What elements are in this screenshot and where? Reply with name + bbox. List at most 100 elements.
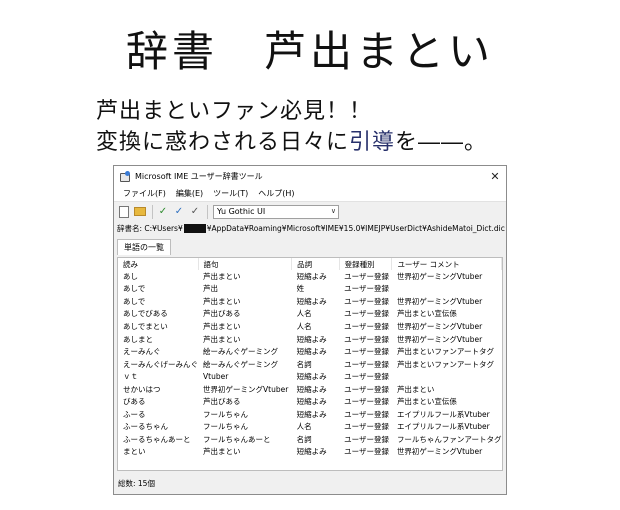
column-header-registration-type[interactable]: 登録種別 <box>339 258 393 270</box>
column-header-part-of-speech[interactable]: 品詞 <box>291 258 340 270</box>
cell-reading: せかいはつ <box>123 384 161 394</box>
status-bar: 総数: 15個 <box>118 478 155 488</box>
open-folder-icon[interactable] <box>133 205 147 219</box>
cell-user-comment: 世界初ゲーミングVtuber <box>396 321 483 331</box>
chevron-down-icon: ∨ <box>330 206 336 215</box>
cell-user-comment: 世界初ゲーミングVtuber <box>396 296 483 306</box>
table-row[interactable]: ふーるちゃんあーと フールちゃんあーと 名詞 ユーザー登録 フールちゃんファンアートタグ <box>118 433 502 446</box>
table-header: 読み 語句 品詞 登録種別 ユーザー コメント <box>118 258 502 270</box>
cell-user-comment: 芦出まといファンアートタグ <box>396 347 494 357</box>
column-header-phrase[interactable]: 語句 <box>198 258 293 270</box>
cell-registration-type: ユーザー登録 <box>344 422 390 432</box>
redacted-username <box>183 223 206 233</box>
cell-phrase: 芦出びある <box>203 309 241 319</box>
poster-title: 辞書 芦出まとい <box>125 27 494 76</box>
cell-user-comment: 芦出まとい宣伝係 <box>396 309 457 319</box>
cell-registration-type: ユーザー登録 <box>344 434 390 444</box>
ime-dictionary-window: Microsoft IME ユーザー辞書ツール ✕ ファイル(F) 編集(E) … <box>113 165 507 495</box>
cell-part-of-speech: 短縮よみ <box>296 447 327 457</box>
dictionary-path: 辞書名: C:¥Users¥ ¥AppData¥Roaming¥Microsoft… <box>114 221 506 235</box>
cell-part-of-speech: 名詞 <box>296 434 312 444</box>
cell-part-of-speech: 短縮よみ <box>296 384 327 394</box>
cell-reading: あしまと <box>123 334 153 344</box>
table-row[interactable]: あし 芦出まとい 短縮よみ ユーザー登録 世界初ゲーミングVtuber <box>118 270 502 283</box>
table-row[interactable]: あしでまとい 芦出まとい 人名 ユーザー登録 世界初ゲーミングVtuber <box>118 320 502 333</box>
headline-line-2-accent: 引導 <box>349 130 396 155</box>
cell-reading: ふーるちゃんあーと <box>123 434 191 444</box>
cell-user-comment: 芦出まとい宣伝係 <box>396 397 457 407</box>
cell-phrase: フールちゃん <box>203 422 248 432</box>
table-row[interactable]: ふーるちゃん フールちゃん 人名 ユーザー登録 エイプリルフール系Vtuber <box>118 421 502 434</box>
menu-file[interactable]: ファイル(F) <box>118 188 171 199</box>
table-row[interactable]: えーみんぐげーみんぐ 絵ーみんぐゲーミング 名詞 ユーザー登録 芦出まといファンアートタ… <box>118 358 502 371</box>
headline-line-2-part-a: 変換に惑わされる日々に <box>96 130 350 155</box>
cell-reading: えーみんぐげーみんぐ <box>123 359 198 369</box>
column-header-user-comment[interactable]: ユーザー コメント <box>391 258 502 270</box>
headline-line-2: 変換に惑わされる日々に引導を――。 <box>96 124 487 156</box>
cell-registration-type: ユーザー登録 <box>344 347 390 357</box>
cell-registration-type: ユーザー登録 <box>344 359 390 369</box>
table-row[interactable]: せかいはつ 世界初ゲーミングVtuber 短縮よみ ユーザー登録 芦出まとい <box>118 383 502 396</box>
toolbar-divider <box>207 204 208 219</box>
cell-registration-type: ユーザー登録 <box>344 334 390 344</box>
table-row[interactable]: ふーる フールちゃん 短縮よみ ユーザー登録 エイプリルフール系Vtuber <box>118 408 502 421</box>
table-row[interactable]: あしまと 芦出まとい 短縮よみ ユーザー登録 世界初ゲーミングVtuber <box>118 333 502 346</box>
table-row[interactable]: あしでびある 芦出びある 人名 ユーザー登録 芦出まとい宣伝係 <box>118 308 502 321</box>
menu-bar: ファイル(F) 編集(E) ツール(T) ヘルプ(H) <box>114 186 506 201</box>
menu-edit[interactable]: 編集(E) <box>171 188 208 199</box>
table-row[interactable]: ｖｔ Vtuber 短縮よみ ユーザー登録 <box>118 370 502 383</box>
cell-phrase: 絵ーみんぐゲーミング <box>203 347 278 357</box>
cell-phrase: 芦出まとい <box>203 321 241 331</box>
tab-word-list[interactable]: 単語の一覧 <box>117 239 171 255</box>
table-row[interactable]: まとい 芦出まとい 短縮よみ ユーザー登録 世界初ゲーミングVtuber <box>118 446 502 459</box>
cell-reading: ｖｔ <box>123 372 138 382</box>
cell-reading: あしで <box>123 284 146 294</box>
cell-part-of-speech: 姓 <box>296 284 305 294</box>
cell-part-of-speech: 人名 <box>296 309 312 319</box>
window-title: Microsoft IME ユーザー辞書ツール <box>135 171 263 181</box>
cell-phrase: フールちゃんあーと <box>203 434 271 444</box>
headline-line-2-part-c: を――。 <box>395 130 488 155</box>
cell-registration-type: ユーザー登録 <box>344 309 390 319</box>
cell-registration-type: ユーザー登録 <box>344 296 390 306</box>
cell-phrase: フールちゃん <box>203 409 248 419</box>
cell-part-of-speech: 人名 <box>296 321 312 331</box>
cell-registration-type: ユーザー登録 <box>344 384 390 394</box>
cell-registration-type: ユーザー登録 <box>344 321 390 331</box>
word-list[interactable]: 読み 語句 品詞 登録種別 ユーザー コメント あし 芦出まとい 短縮よみ ユーザー登… <box>117 257 503 471</box>
cell-user-comment: エイプリルフール系Vtuber <box>396 422 490 432</box>
headline-line-1: 芦出まといファン必見！！ <box>96 99 373 124</box>
cell-part-of-speech: 短縮よみ <box>296 397 327 407</box>
delete-word-icon[interactable] <box>188 205 202 219</box>
cell-reading: えーみんぐ <box>123 347 161 357</box>
toolbar-divider <box>152 204 153 219</box>
cell-part-of-speech: 短縮よみ <box>296 334 327 344</box>
menu-help[interactable]: ヘルプ(H) <box>253 188 299 199</box>
table-row[interactable]: びある 芦出びある 短縮よみ ユーザー登録 芦出まとい宣伝係 <box>118 395 502 408</box>
toolbar: Yu Gothic UI ∨ <box>114 201 506 221</box>
cell-reading: ふーるちゃん <box>123 422 168 432</box>
column-header-reading[interactable]: 読み <box>118 258 199 270</box>
window-titlebar[interactable]: Microsoft IME ユーザー辞書ツール ✕ <box>114 166 506 186</box>
cell-registration-type: ユーザー登録 <box>344 372 390 382</box>
new-file-icon[interactable] <box>117 205 131 219</box>
dictionary-path-suffix: ¥AppData¥Roaming¥Microsoft¥IME¥15.0¥IMEJ… <box>206 223 505 233</box>
font-select-value: Yu Gothic UI <box>217 207 266 216</box>
edit-word-icon[interactable] <box>172 205 186 219</box>
table-row[interactable]: えーみんぐ 絵ーみんぐゲーミング 短縮よみ ユーザー登録 芦出まといファンアートタグ <box>118 345 502 358</box>
cell-user-comment: 芦出まといファンアートタグ <box>396 359 494 369</box>
table-row[interactable]: あしで 芦出まとい 短縮よみ ユーザー登録 世界初ゲーミングVtuber <box>118 295 502 308</box>
cell-user-comment: 芦出まとい <box>396 384 435 394</box>
cell-phrase: 芦出まとい <box>203 271 241 281</box>
cell-phrase: 絵ーみんぐゲーミング <box>203 359 278 369</box>
table-row[interactable]: あしで 芦出 姓 ユーザー登録 <box>118 283 502 296</box>
cell-phrase: 芦出びある <box>203 397 241 407</box>
cell-registration-type: ユーザー登録 <box>344 397 390 407</box>
cell-part-of-speech: 短縮よみ <box>296 409 327 419</box>
cell-registration-type: ユーザー登録 <box>344 271 390 281</box>
close-button[interactable]: ✕ <box>484 170 506 183</box>
cell-user-comment <box>392 283 502 296</box>
menu-tools[interactable]: ツール(T) <box>208 188 253 199</box>
register-word-icon[interactable] <box>156 205 170 219</box>
font-select[interactable]: Yu Gothic UI ∨ <box>213 204 339 219</box>
